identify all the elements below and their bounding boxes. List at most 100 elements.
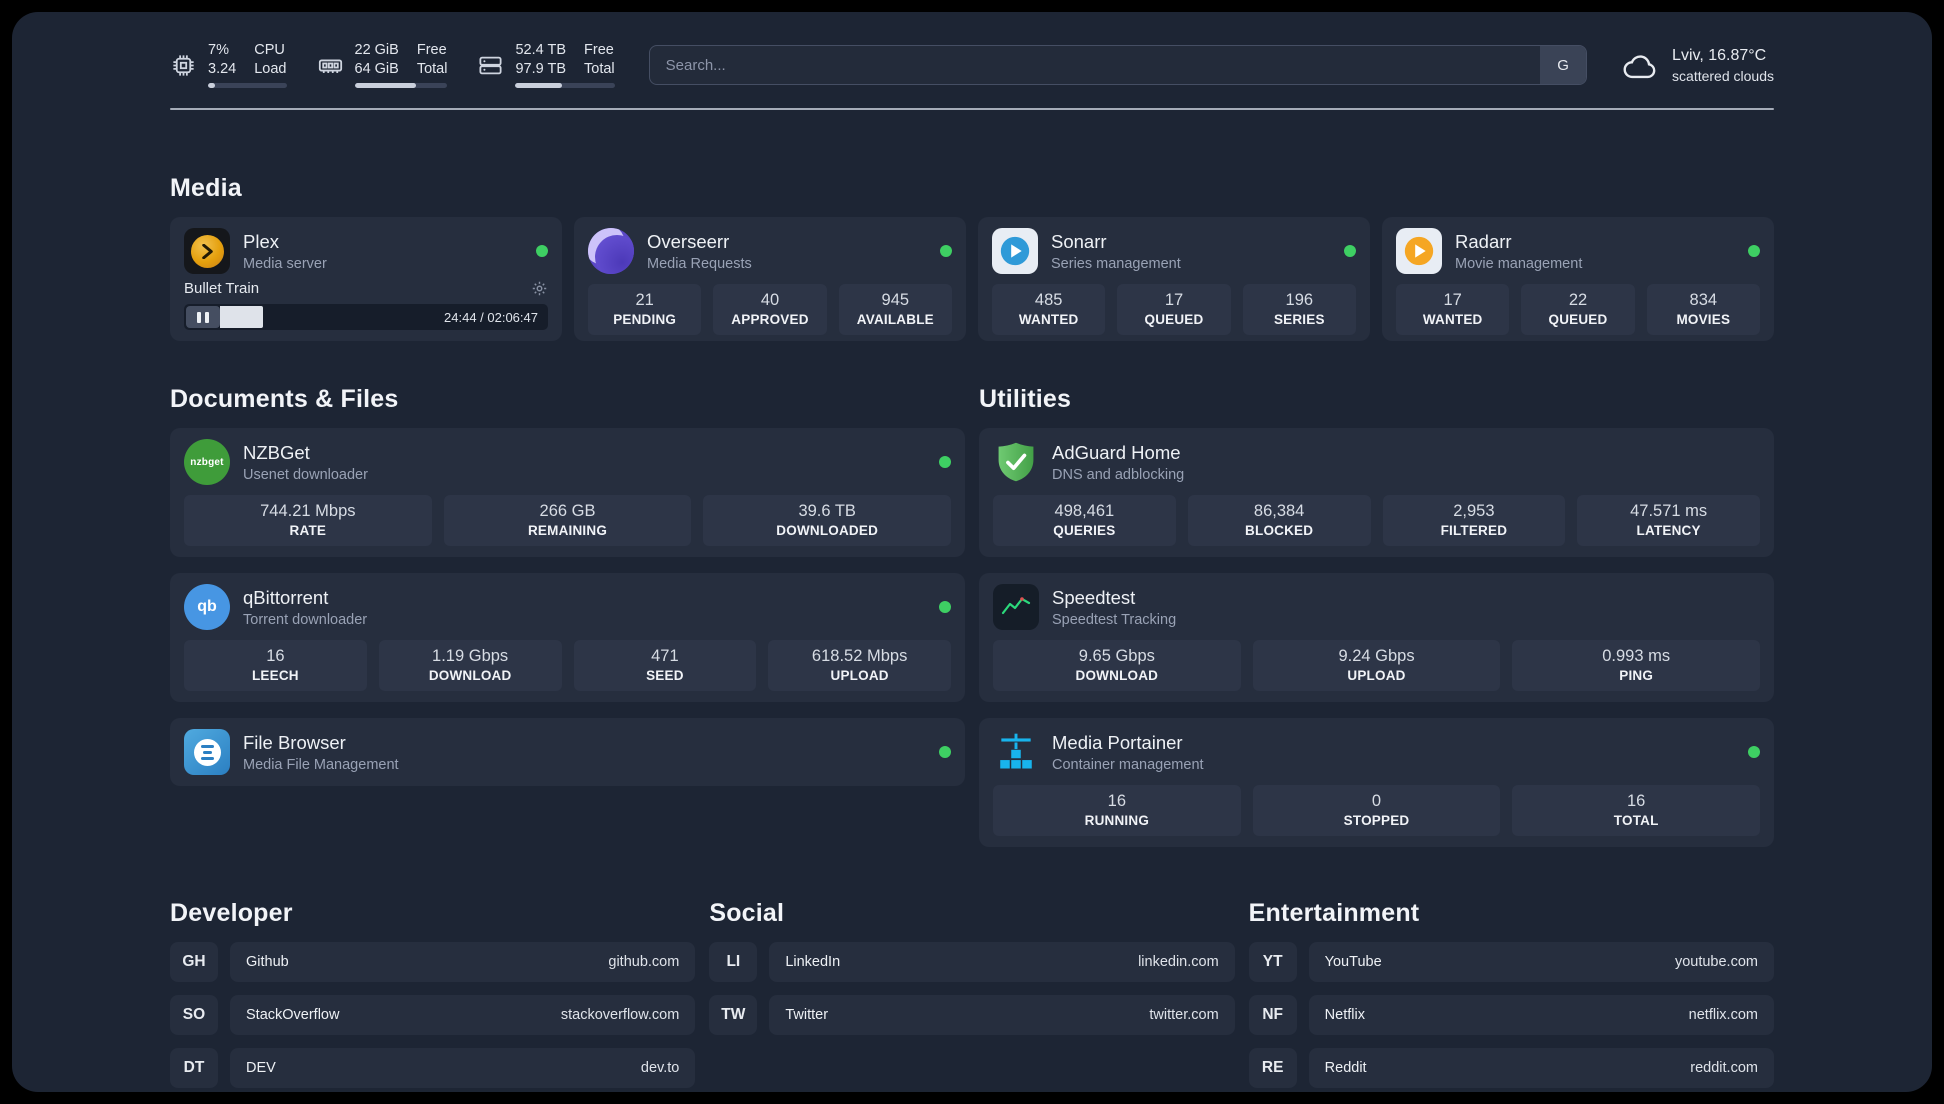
now-playing-title: Bullet Train — [184, 280, 260, 297]
stat-label: WANTED — [1422, 312, 1483, 327]
memory-label-bottom: Total — [416, 60, 448, 77]
stat-available: 945 AVAILABLE — [838, 284, 952, 335]
stat-label: REMAINING — [527, 523, 608, 538]
app-name: Sonarr — [1051, 230, 1107, 252]
system-widgets: 7% 3.24 CPU Load 22 GiB 64 GiB Free Tota… — [170, 42, 615, 88]
bookmark-url: reddit.com — [1690, 1060, 1758, 1076]
playback-progress-bar[interactable] — [220, 306, 436, 328]
bookmark-abbr-tile[interactable]: LI — [709, 942, 758, 982]
stat-filtered: 2,953 FILTERED — [1382, 495, 1566, 546]
stats-row: 9.65 Gbps DOWNLOAD 9.24 Gbps UPLOAD 0.99… — [993, 640, 1761, 691]
stat-label: QUEUED — [1144, 312, 1204, 327]
app-card-plex[interactable]: Plex Media server Bullet Train 24:44 / 0… — [170, 217, 562, 341]
bookmark-link[interactable]: Netflix netflix.com — [1308, 995, 1774, 1035]
stat-ping: 0.993 ms PING — [1512, 640, 1761, 691]
stat-value: 498,461 — [1054, 502, 1115, 520]
stat-value: 16 — [266, 647, 285, 665]
stat-value: 9.65 Gbps — [1078, 647, 1155, 665]
bookmark-twitter[interactable]: TW Twitter twitter.com — [709, 995, 1235, 1035]
app-card-sonarr[interactable]: Sonarr Series management 485 WANTED 17 Q… — [978, 217, 1370, 341]
bookmark-stackoverflow[interactable]: SO StackOverflow stackoverflow.com — [170, 995, 696, 1035]
app-name: NZBGet — [243, 441, 310, 463]
filebrowser-icon — [184, 729, 230, 775]
stats-row: 16 LEECH 1.19 Gbps DOWNLOAD 471 SEED 618… — [184, 640, 951, 691]
stat-label: LATENCY — [1636, 523, 1701, 538]
bookmark-link[interactable]: YouTube youtube.com — [1308, 942, 1774, 982]
section-title-entertainment: Entertainment — [1248, 899, 1420, 927]
app-name: Radarr — [1455, 230, 1512, 252]
stat-label: SEED — [646, 668, 684, 683]
status-online-dot — [1344, 245, 1356, 257]
bookmark-youtube[interactable]: YT YouTube youtube.com — [1248, 942, 1774, 982]
app-card-filebrowser[interactable]: File Browser Media File Management — [170, 718, 965, 786]
stat-upload: 618.52 Mbps UPLOAD — [768, 640, 951, 691]
stat-blocked: 86,384 BLOCKED — [1187, 495, 1371, 546]
bookmark-abbr-tile[interactable]: DT — [170, 1048, 218, 1088]
sonarr-icon — [992, 228, 1038, 274]
top-bar: 7% 3.24 CPU Load 22 GiB 64 GiB Free Tota… — [170, 38, 1774, 92]
cpu-label-bottom: Load — [254, 60, 287, 77]
stat-label: FILTERED — [1440, 523, 1508, 538]
app-card-radarr[interactable]: Radarr Movie management 17 WANTED 22 QUE… — [1382, 217, 1774, 341]
app-subtitle: Media server — [243, 255, 327, 272]
bookmark-link[interactable]: DEV dev.to — [230, 1048, 696, 1088]
app-card-portainer[interactable]: Media Portainer Container management 16 … — [979, 718, 1774, 847]
status-online-dot — [939, 746, 951, 758]
stat-pending: 21 PENDING — [588, 284, 702, 335]
stat-value: 16 — [1627, 792, 1646, 810]
bookmark-abbr-tile[interactable]: SO — [170, 995, 218, 1035]
bookmark-netflix[interactable]: NF Netflix netflix.com — [1248, 995, 1774, 1035]
app-card-adguard[interactable]: AdGuard Home DNS and adblocking 498,461 … — [979, 428, 1774, 557]
section-social: Social LI LinkedIn linkedin.com TW Twitt… — [709, 899, 1235, 1048]
cpu-load-average: 3.24 — [208, 60, 237, 77]
search-engine-button[interactable]: G — [1540, 46, 1587, 84]
stat-label: DOWNLOAD — [428, 668, 512, 683]
bookmark-abbr-tile[interactable]: YT — [1248, 942, 1297, 982]
cpu-icon — [170, 52, 197, 79]
pause-button[interactable] — [186, 306, 220, 328]
bookmark-dev[interactable]: DT DEV dev.to — [170, 1048, 696, 1088]
stat-total: 16 TOTAL — [1512, 785, 1761, 836]
bookmark-link[interactable]: Github github.com — [230, 942, 696, 982]
app-card-speedtest[interactable]: Speedtest Speedtest Tracking 9.65 Gbps D… — [979, 573, 1774, 702]
bookmark-link[interactable]: Twitter twitter.com — [769, 995, 1235, 1035]
stat-value: 0 — [1371, 792, 1382, 810]
app-name: Media Portainer — [1052, 731, 1183, 753]
search-input[interactable] — [649, 46, 1541, 84]
bookmark-link[interactable]: Reddit reddit.com — [1308, 1048, 1774, 1088]
cpu-progress-bar — [208, 82, 287, 88]
app-card-qbittorrent[interactable]: qb qBittorrent Torrent downloader 16 LEE… — [170, 573, 965, 702]
stat-label: QUERIES — [1053, 523, 1116, 538]
bookmark-abbr-tile[interactable]: NF — [1248, 995, 1297, 1035]
app-header: nzbget NZBGet Usenet downloader — [184, 439, 951, 485]
app-name: File Browser — [243, 731, 346, 753]
stat-series: 196 SERIES — [1242, 284, 1356, 335]
bookmark-linkedin[interactable]: LI LinkedIn linkedin.com — [709, 942, 1235, 982]
stat-value: 196 — [1285, 291, 1314, 309]
stat-label: DOWNLOADED — [776, 523, 879, 538]
bookmark-link[interactable]: StackOverflow stackoverflow.com — [230, 995, 696, 1035]
stat-value: 618.52 Mbps — [811, 647, 908, 665]
bookmark-abbr-tile[interactable]: TW — [709, 995, 758, 1035]
stat-seed: 471 SEED — [573, 640, 757, 691]
status-online-dot — [1748, 746, 1760, 758]
stat-value: 17 — [1164, 291, 1184, 309]
bookmark-name: Reddit — [1324, 1060, 1367, 1076]
stat-label: BLOCKED — [1245, 523, 1314, 538]
bookmark-link[interactable]: LinkedIn linkedin.com — [769, 942, 1235, 982]
dashboard-page: 7% 3.24 CPU Load 22 GiB 64 GiB Free Tota… — [12, 12, 1932, 1092]
stat-queued: 22 QUEUED — [1521, 284, 1635, 335]
status-online-dot — [1748, 245, 1760, 257]
bookmark-github[interactable]: GH Github github.com — [170, 942, 696, 982]
bookmark-reddit[interactable]: RE Reddit reddit.com — [1248, 1048, 1774, 1088]
bookmark-abbr-tile[interactable]: GH — [170, 942, 218, 982]
app-card-nzbget[interactable]: nzbget NZBGet Usenet downloader 744.21 M… — [170, 428, 965, 557]
portainer-icon — [993, 729, 1039, 775]
stat-label: MOVIES — [1676, 312, 1731, 327]
storage-widget: 52.4 TB 97.9 TB Free Total — [477, 42, 615, 88]
weather-location: Lviv, 16.87°C — [1672, 46, 1767, 64]
stat-movies: 834 MOVIES — [1646, 284, 1760, 335]
app-card-overseerr[interactable]: Overseerr Media Requests 21 PENDING 40 A… — [574, 217, 966, 341]
settings-gear-icon[interactable] — [531, 280, 548, 297]
bookmark-abbr-tile[interactable]: RE — [1248, 1048, 1297, 1088]
